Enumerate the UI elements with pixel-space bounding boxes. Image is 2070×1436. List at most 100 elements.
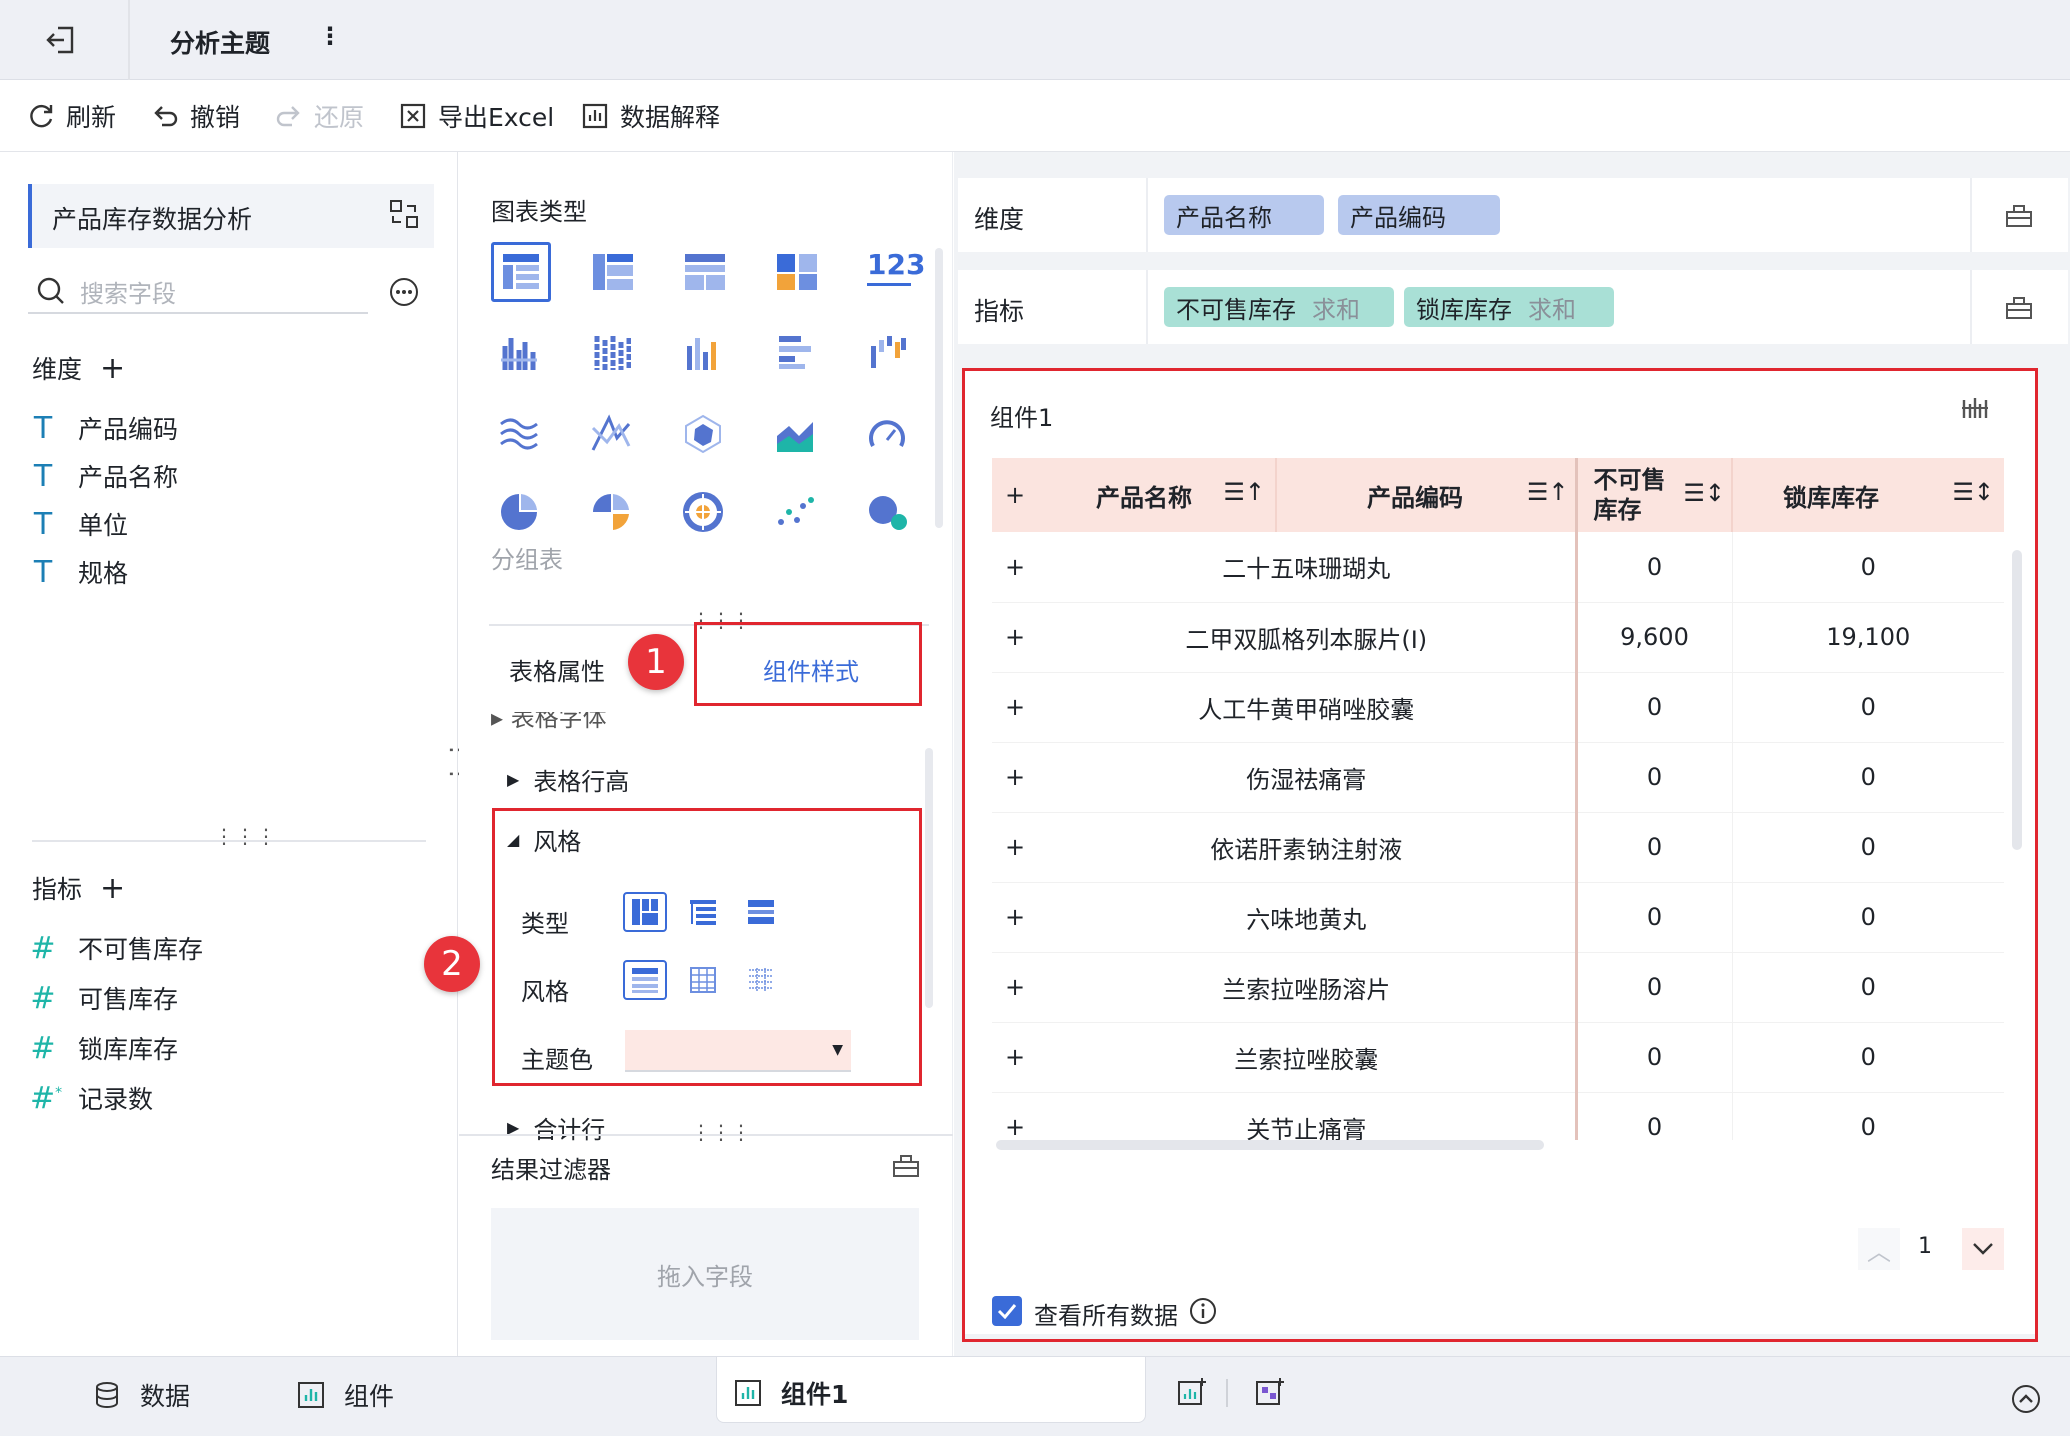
resize-handle[interactable]: ⋮⋮⋮	[691, 1120, 751, 1144]
filter-drop-zone[interactable]: 拖入字段	[491, 1208, 919, 1340]
waterfall-chart-icon[interactable]	[867, 332, 911, 376]
divider	[128, 0, 130, 80]
bubble-chart-icon[interactable]	[867, 492, 911, 536]
add-measure-icon[interactable]: +	[100, 871, 125, 906]
export-excel-button[interactable]: 导出Excel	[398, 80, 554, 152]
field-label: 记录数	[78, 1085, 154, 1114]
data-explain-button[interactable]: 数据解释	[580, 80, 720, 152]
measure-tag[interactable]: 锁库库存 求和	[1404, 287, 1614, 327]
highlight-box	[694, 622, 922, 706]
field-label: 可售库存	[78, 985, 179, 1014]
scrollbar[interactable]	[925, 748, 933, 1008]
ring-pie-icon[interactable]	[591, 492, 635, 536]
dimension-field[interactable]: T 产品名称	[30, 458, 178, 494]
refresh-button[interactable]: 刷新	[26, 80, 116, 152]
more-icon[interactable]: ⋮	[318, 22, 342, 50]
horizontal-bar-icon[interactable]	[775, 332, 819, 376]
redo-icon	[276, 106, 300, 127]
step-badge: 1	[628, 634, 684, 690]
measure-field[interactable]: # 不可售库存	[30, 930, 203, 966]
export-excel-label: 导出Excel	[438, 103, 555, 132]
collapse-up-icon[interactable]	[2010, 1383, 2042, 1415]
group-table-chart-icon[interactable]	[491, 242, 551, 302]
scrollbar[interactable]	[935, 248, 943, 528]
column-chart-icon[interactable]	[683, 332, 727, 376]
dimension-field[interactable]: T 规格	[30, 554, 128, 590]
filter-settings-icon[interactable]	[891, 1150, 921, 1180]
excel-icon	[400, 103, 426, 129]
chart-type-name: 分组表	[491, 546, 563, 574]
kpi-number-icon[interactable]: 123	[867, 248, 925, 292]
dimension-tag[interactable]: 产品编码	[1338, 195, 1500, 235]
cross-table-chart-icon[interactable]	[591, 252, 635, 296]
add-dashboard-icon[interactable]	[1254, 1377, 1286, 1409]
dimension-settings-icon[interactable]	[2004, 200, 2034, 230]
highlight-box	[492, 808, 922, 1086]
text-type-icon: T	[33, 458, 53, 494]
measure-field[interactable]: # 可售库存	[30, 980, 178, 1016]
measure-settings-icon[interactable]	[2004, 292, 2034, 322]
section-label: 表格行高	[533, 768, 630, 796]
switch-dataset-icon[interactable]	[388, 198, 420, 230]
data-explain-label: 数据解释	[620, 103, 721, 132]
dimension-field[interactable]: T 产品编码	[30, 410, 178, 446]
measure-tag[interactable]: 不可售库存 求和	[1164, 287, 1394, 327]
number-type-icon: #	[30, 980, 56, 1016]
search-field[interactable]: 搜索字段	[28, 270, 368, 314]
active-component-tab[interactable]: 组件1	[716, 1357, 1146, 1423]
filter-title: 结果过滤器	[491, 1156, 611, 1184]
chart-type-title: 图表类型	[491, 198, 587, 226]
radar-chart-icon[interactable]	[683, 414, 727, 458]
undo-button[interactable]: 撤销	[150, 80, 240, 152]
add-dimension-icon[interactable]: +	[100, 351, 125, 386]
sunburst-chart-icon[interactable]	[683, 492, 727, 536]
gauge-chart-icon[interactable]	[867, 414, 911, 458]
undo-icon	[154, 106, 178, 127]
dimension-tag[interactable]: 产品名称	[1164, 195, 1324, 235]
step-badge: 2	[424, 936, 480, 992]
line-chart-icon[interactable]	[499, 414, 543, 458]
dimension-row-label: 维度	[974, 205, 1025, 234]
data-tab[interactable]: 数据	[92, 1377, 190, 1413]
text-type-icon: T	[33, 554, 53, 590]
section-total-row[interactable]: ▶ 合计行	[507, 1110, 605, 1145]
multi-line-chart-icon[interactable]	[591, 414, 635, 458]
detail-table-chart-icon[interactable]	[683, 252, 727, 296]
scatter-chart-icon[interactable]	[775, 492, 819, 536]
undo-label: 撤销	[190, 103, 241, 132]
card-chart-icon[interactable]	[775, 252, 819, 296]
tab-table-properties[interactable]: 表格属性	[509, 652, 605, 687]
section-row-height[interactable]: ▶ 表格行高	[507, 762, 629, 797]
collapsed-section[interactable]: ▸ 表格字体	[491, 712, 921, 732]
measure-field[interactable]: #* 记录数	[30, 1080, 153, 1116]
add-component-icon[interactable]	[1176, 1377, 1208, 1409]
chart-icon	[735, 1380, 761, 1406]
field-label: 单位	[78, 511, 129, 540]
more-options-icon[interactable]	[388, 276, 420, 308]
stacked-bar-icon[interactable]	[591, 332, 635, 376]
pie-chart-icon[interactable]	[499, 492, 543, 536]
highlight-box	[962, 368, 2038, 1342]
refresh-icon	[30, 104, 53, 128]
resize-handle[interactable]: ⋮⋮⋮	[214, 824, 277, 848]
text-type-icon: T	[33, 410, 53, 446]
area-chart-icon[interactable]	[775, 414, 819, 458]
active-tab-label: 组件1	[781, 1380, 849, 1409]
field-panel: 产品库存数据分析 搜索字段 维度 + T 产品编码 T 产品名称 T 单位 T 规格 ⋮…	[0, 152, 458, 1356]
bottom-bar: 数据 组件 组件1	[0, 1356, 2070, 1436]
config-panel: 图表类型 123 分组表 ⋮⋮⋮ 表格属性 组件样式 ▸ 表格字体 ▶ 表格行高…	[459, 152, 953, 1356]
grouped-bar-icon[interactable]	[499, 332, 543, 376]
measure-drop-row: 指标 不可售库存 求和 锁库库存 求和	[958, 270, 2068, 344]
back-icon[interactable]	[44, 22, 80, 58]
divider	[1146, 270, 1148, 344]
component-tab[interactable]: 组件	[296, 1377, 394, 1413]
dimension-field[interactable]: T 单位	[30, 506, 128, 542]
measure-title: 指标	[32, 875, 83, 904]
divider	[1970, 270, 1972, 344]
field-label: 产品编码	[78, 415, 179, 444]
search-placeholder: 搜索字段	[80, 280, 176, 308]
redo-button[interactable]: 还原	[274, 80, 364, 152]
dataset-selector[interactable]: 产品库存数据分析	[28, 184, 434, 248]
search-icon	[37, 277, 64, 304]
measure-field[interactable]: # 锁库库存	[30, 1030, 178, 1066]
